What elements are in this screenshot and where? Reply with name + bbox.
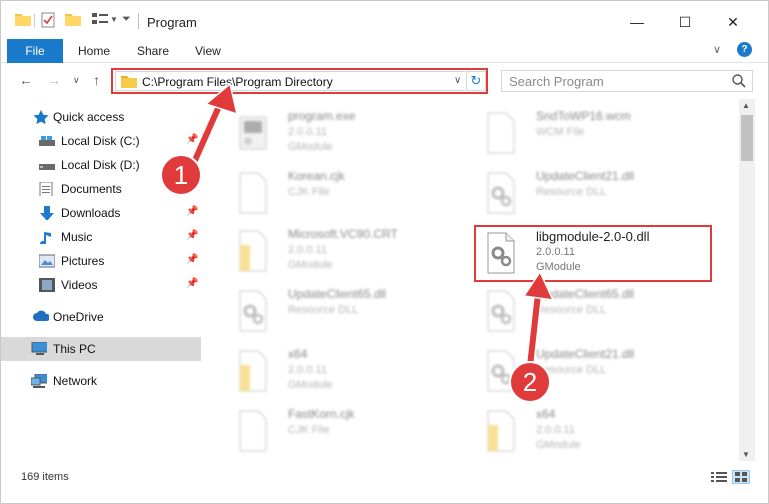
pin-icon[interactable]: 📌 [186,206,198,217]
folder-file-icon [487,410,515,452]
music-icon [40,232,51,244]
window-title: Program [147,15,197,30]
up-arrow-icon[interactable]: ↑ [93,72,100,88]
vertical-scrollbar[interactable]: ▲ ▼ [739,99,755,461]
documents-icon [39,182,53,196]
navigation-bar: ← → ∨ ↑ C:\Program Files\Program Directo… [1,63,768,99]
pin-icon[interactable]: 📌 [186,158,198,169]
downloads-icon [40,206,54,220]
pictures-icon [39,254,55,268]
sidebar-item-downloads[interactable]: Downloads 📌 [1,201,201,225]
list-item[interactable]: UpdateClient65.dll Resource DLL [226,285,461,343]
list-item[interactable]: SndToWP16.wcm WCM File [474,107,709,165]
blank-file-icon [239,172,267,214]
expand-ribbon-icon[interactable]: ∨ [713,43,721,56]
onedrive-icon [33,310,49,321]
navigation-pane: Quick access Local Disk (C:) 📌 Local Dis… [1,99,211,461]
close-button[interactable]: ✕ [713,9,753,35]
computer-icon [31,342,47,355]
ribbon-tabs: File Home Share View ∨ ? [1,39,768,63]
pin-icon[interactable]: 📌 [186,182,198,193]
minimize-button[interactable]: — [617,9,657,35]
address-bar[interactable]: C:\Program Files\Program Directory ∨ [115,71,465,91]
scroll-thumb[interactable] [741,115,753,161]
list-item[interactable]: program.exe 2.0.0.11 GModule [226,107,461,165]
file-list: program.exe 2.0.0.11 GModule SndToWP16.w… [211,99,739,461]
file-highlight-box [474,225,712,282]
search-placeholder: Search Program [509,74,604,89]
pin-icon[interactable]: 📌 [186,278,198,289]
address-bar-highlight: C:\Program Files\Program Directory ∨ ↻ [111,68,488,94]
view-options-icon[interactable] [92,12,108,26]
sidebar-item-this-pc[interactable]: This PC [1,337,201,361]
refresh-button[interactable]: ↻ [466,71,486,91]
search-icon [732,74,746,88]
sidebar-item-onedrive[interactable]: OneDrive [1,305,201,329]
explorer-window: ▼ ⏷ Program — ☐ ✕ File Home Share View ∨… [0,0,769,504]
pin-icon[interactable]: 📌 [186,254,198,265]
recent-locations-icon[interactable]: ∨ [73,75,80,86]
scroll-up-icon[interactable]: ▲ [742,101,750,110]
folder-icon [15,14,31,26]
back-arrow-icon[interactable]: ← [19,72,33,88]
sidebar-item-quick-access[interactable]: Quick access [1,105,201,129]
sidebar-item-music[interactable]: Music 📌 [1,225,201,249]
sidebar-item-videos[interactable]: Videos 📌 [1,273,201,297]
dll-icon [239,290,267,332]
help-icon[interactable]: ? [737,42,752,57]
tab-view[interactable]: View [195,44,221,58]
large-icons-view-icon[interactable] [732,470,750,484]
dll-icon [487,350,515,392]
pin-icon[interactable]: 📌 [186,230,198,241]
drive-icon [39,164,55,170]
properties-icon[interactable] [41,12,55,28]
exe-icon [239,116,267,150]
tab-file[interactable]: File [7,39,63,63]
list-item[interactable]: Korean.cjk CJK File [226,167,461,225]
title-bar: ▼ ⏷ Program — ☐ ✕ [1,1,768,39]
qa-dropdown-icon[interactable]: ▼ [110,15,118,24]
scroll-down-icon[interactable]: ▼ [742,450,750,459]
folder-icon [121,76,137,88]
forward-arrow-icon[interactable]: → [47,72,61,88]
maximize-button[interactable]: ☐ [665,9,705,35]
status-bar: 169 items [1,463,768,491]
sidebar-item-documents[interactable]: Documents 📌 [1,177,201,201]
list-item[interactable]: UpdateClient21.dll Resource DLL [474,345,709,403]
refresh-icon: ↻ [470,73,482,88]
address-path: C:\Program Files\Program Directory [142,75,333,89]
list-item[interactable]: FastKorn.cjk CJK File [226,405,461,461]
address-dropdown-icon[interactable]: ∨ [454,75,461,86]
folder-file-icon [239,230,267,272]
details-view-icon[interactable] [711,471,727,483]
star-icon [33,110,49,124]
dll-icon [487,172,515,214]
list-item[interactable]: x64 2.0.0.11 GModule [474,405,709,461]
sidebar-item-network[interactable]: Network [1,369,201,393]
sidebar-item-local-disk-c[interactable]: Local Disk (C:) 📌 [1,129,201,153]
tab-share[interactable]: Share [137,44,169,58]
network-icon [31,374,47,388]
drive-icon [39,136,55,146]
tab-home[interactable]: Home [78,44,110,58]
customize-qa-icon[interactable]: ⏷ [122,13,131,26]
search-input[interactable]: Search Program [501,70,753,92]
sidebar-item-local-disk-d[interactable]: Local Disk (D:) 📌 [1,153,201,177]
list-item[interactable]: Microsoft.VC90.CRT 2.0.0.11 GModule [226,225,461,283]
pin-icon[interactable]: 📌 [186,134,198,145]
blank-file-icon [487,112,515,154]
folder-file-icon [239,350,267,392]
dll-icon [487,290,515,332]
new-folder-icon[interactable] [65,12,81,26]
videos-icon [39,278,55,292]
item-count: 169 items [21,471,69,483]
list-item[interactable]: UpdateClient65.dll Resource DLL [474,285,709,343]
list-item[interactable]: x64 2.0.0.11 GModule [226,345,461,403]
sidebar-item-pictures[interactable]: Pictures 📌 [1,249,201,273]
blank-file-icon [239,410,267,452]
list-item[interactable]: UpdateClient21.dll Resource DLL [474,167,709,225]
